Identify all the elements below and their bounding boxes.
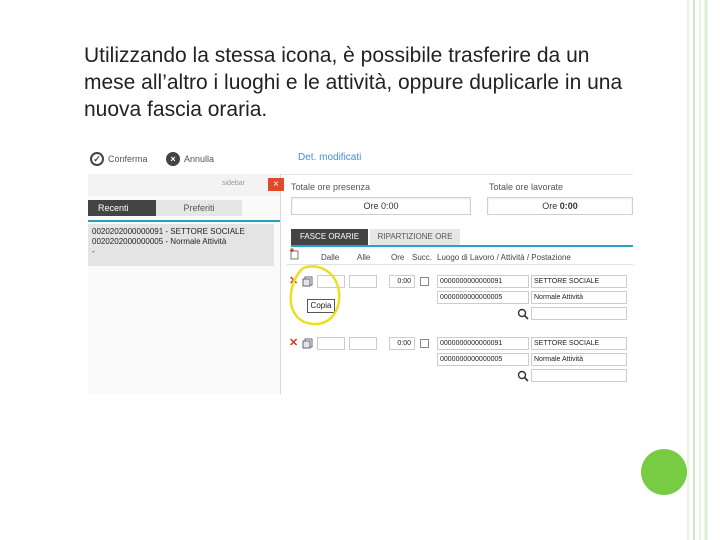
- search-icon[interactable]: [517, 370, 529, 382]
- sidebar-tabs: Recenti Preferiti: [88, 200, 280, 222]
- worked-prefix: Ore: [542, 201, 558, 211]
- list-item[interactable]: 0020202000000091 - SETTORE SOCIALE: [92, 227, 270, 237]
- column-header-dalle: Dalle: [321, 253, 340, 262]
- details-link[interactable]: Det. modificati: [298, 152, 361, 163]
- succ-checkbox[interactable]: [420, 339, 429, 348]
- worked-total-field: Ore 0:00: [487, 197, 633, 215]
- confirm-button[interactable]: ✓ Conferma: [90, 150, 148, 168]
- copy-icon[interactable]: [302, 276, 313, 287]
- worked-value: 0:00: [559, 201, 578, 211]
- postazione-input[interactable]: [531, 369, 627, 382]
- tab-ripartizione-ore[interactable]: RIPARTIZIONE ORE: [370, 229, 460, 245]
- activity-name-input[interactable]: Normale Attività: [531, 353, 627, 366]
- list-item[interactable]: 0020202000000005 - Normale Attività: [92, 237, 270, 247]
- green-dot-decoration: [641, 449, 687, 495]
- presence-value: 0:00: [381, 201, 399, 211]
- recent-list: 0020202000000091 - SETTORE SOCIALE 00202…: [88, 224, 274, 266]
- add-row-icon[interactable]: [289, 248, 301, 260]
- presence-total-field: Ore 0:00: [291, 197, 471, 215]
- sidebar-header: sidebar: [88, 174, 280, 196]
- succ-checkbox[interactable]: [420, 277, 429, 286]
- slide-text: Utilizzando la stessa icona, è possibile…: [84, 44, 623, 121]
- search-icon[interactable]: [517, 308, 529, 320]
- ore-field: 0:00: [389, 337, 415, 350]
- copy-icon[interactable]: [302, 338, 313, 349]
- dalle-input[interactable]: [317, 337, 345, 350]
- app-screenshot: ✓ Conferma × Annulla Det. modificati sid…: [88, 146, 633, 394]
- presence-prefix: Ore: [363, 201, 379, 211]
- ore-field: 0:00: [389, 275, 415, 288]
- tab-preferiti[interactable]: Preferiti: [156, 200, 242, 216]
- postazione-input[interactable]: [531, 307, 627, 320]
- delete-row-icon[interactable]: ✕: [289, 276, 298, 287]
- place-name-input[interactable]: SETTORE SOCIALE: [531, 275, 627, 288]
- main-panel: Totale ore presenza Totale ore lavorate …: [281, 174, 633, 394]
- confirm-label: Conferma: [108, 154, 148, 164]
- place-name-input[interactable]: SETTORE SOCIALE: [531, 337, 627, 350]
- sidebar: sidebar × Recenti Preferiti 002020200000…: [88, 174, 284, 394]
- list-item: -: [92, 247, 95, 256]
- column-header-ore: Ore: [391, 253, 405, 262]
- alle-input[interactable]: [349, 337, 377, 350]
- tab-recenti[interactable]: Recenti: [88, 200, 156, 216]
- cancel-button[interactable]: × Annulla: [166, 150, 214, 168]
- section-tabs: FASCE ORARIE RIPARTIZIONE ORE: [291, 229, 633, 247]
- column-header-succ: Succ.: [412, 253, 433, 262]
- alle-input[interactable]: [349, 275, 377, 288]
- cancel-icon: ×: [166, 152, 180, 166]
- presence-label: Totale ore presenza: [291, 182, 371, 192]
- activity-code-input[interactable]: 0000000000000005: [437, 291, 529, 304]
- worked-label: Totale ore lavorate: [489, 182, 564, 192]
- decorative-lines: [687, 0, 708, 540]
- activity-name-input[interactable]: Normale Attività: [531, 291, 627, 304]
- copy-tooltip: Copia: [307, 299, 335, 313]
- delete-row-icon[interactable]: ✕: [289, 338, 298, 349]
- activity-code-input[interactable]: 0000000000000005: [437, 353, 529, 366]
- toolbar: ✓ Conferma × Annulla Det. modificati: [88, 146, 633, 175]
- column-header-luogo: Luogo di Lavoro / Attività / Postazione: [437, 253, 571, 262]
- cancel-label: Annulla: [184, 154, 215, 164]
- column-header-alle: Alle: [357, 253, 371, 262]
- tab-fasce-orarie[interactable]: FASCE ORARIE: [291, 229, 368, 245]
- header-divider: [287, 264, 633, 265]
- dalle-input[interactable]: [317, 275, 345, 288]
- place-code-input[interactable]: 0000000000000091: [437, 275, 529, 288]
- place-code-input[interactable]: 0000000000000091: [437, 337, 529, 350]
- check-icon: ✓: [90, 152, 104, 166]
- sidebar-title: sidebar: [222, 180, 245, 187]
